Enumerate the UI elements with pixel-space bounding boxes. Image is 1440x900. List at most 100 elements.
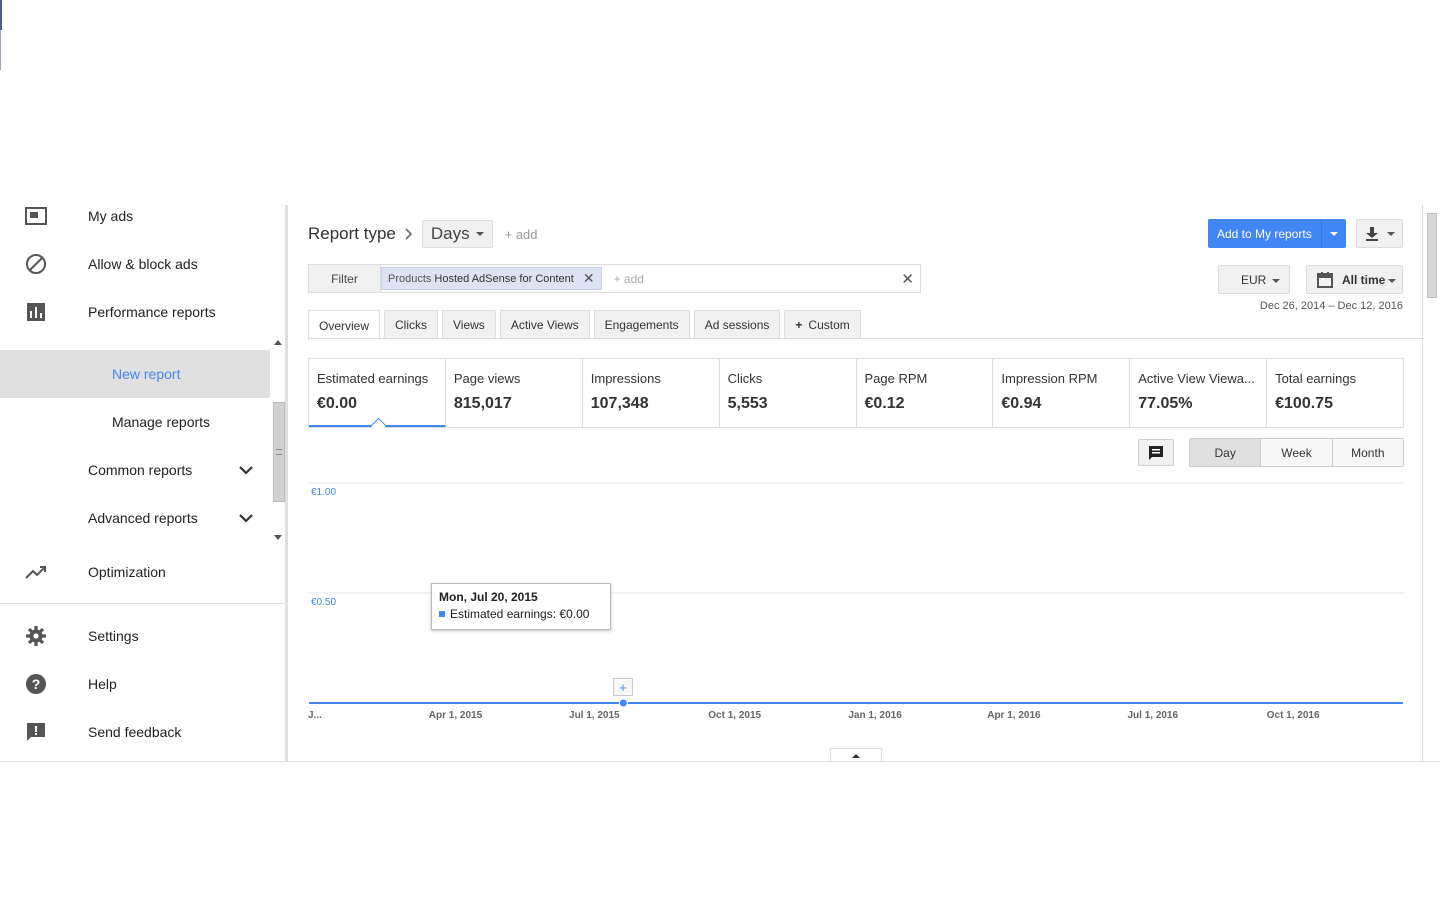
scorecard-label: Page RPM: [864, 371, 928, 386]
sidebar-item-help[interactable]: ? Help: [0, 660, 285, 708]
sidebar-item-performance-reports[interactable]: Performance reports: [0, 288, 285, 336]
x-tick-label: Oct 1, 2015: [708, 710, 761, 721]
scorecard-page-views[interactable]: Page views 815,017: [446, 359, 583, 427]
scorecard-page-rpm[interactable]: Page RPM €0.12: [857, 359, 994, 427]
granularity-week-button[interactable]: Week: [1261, 439, 1333, 466]
chevron-down-icon: [239, 466, 253, 475]
sidebar-item-allow-block-ads[interactable]: Allow & block ads: [0, 240, 285, 288]
scorecard-label: Active View Viewa...: [1138, 371, 1255, 386]
collapse-chart-button[interactable]: [830, 748, 882, 762]
granularity-month-button[interactable]: Month: [1332, 439, 1403, 466]
tabs-divider: [308, 338, 1424, 339]
scorecard-clicks[interactable]: Clicks 5,553: [720, 359, 857, 427]
filter-chip[interactable]: Products Hosted AdSense for Content ✕: [381, 267, 602, 290]
highlight-point: [618, 698, 628, 708]
x-tick-label: Jul 1, 2016: [1127, 710, 1178, 721]
currency-dropdown[interactable]: EUR: [1218, 265, 1290, 294]
download-icon: [1365, 226, 1378, 241]
x-tick-label: Apr 1, 2016: [987, 710, 1041, 721]
clear-filters-icon[interactable]: ✕: [901, 270, 914, 288]
tab-engagements[interactable]: Engagements: [593, 310, 690, 339]
page-scrollbar[interactable]: [1422, 205, 1440, 762]
dimension-dropdown[interactable]: Days: [421, 220, 493, 248]
sidebar-item-label: Advanced reports: [88, 510, 198, 526]
calendar-icon: [1317, 272, 1333, 288]
date-range-value: All time: [1342, 273, 1386, 287]
scorecard-value: 815,017: [453, 395, 512, 412]
add-annotation-button[interactable]: +: [613, 678, 633, 696]
scorecard-impression-rpm[interactable]: Impression RPM €0.94: [993, 359, 1131, 427]
sidebar-item-new-report[interactable]: New report: [0, 350, 270, 398]
tab-views[interactable]: Views: [442, 310, 496, 339]
scorecard-label: Clicks: [727, 371, 763, 386]
report-type-label: Report type: [308, 224, 396, 243]
scorecard-label: Impression RPM: [1001, 371, 1098, 386]
scorecard-value: €0.12: [864, 395, 905, 412]
sidebar-item-settings[interactable]: Settings: [0, 612, 285, 660]
report-type-row: Report type Days + add: [308, 220, 538, 248]
annotations-button[interactable]: [1138, 439, 1174, 466]
page-scrollbar-thumb[interactable]: [1427, 213, 1437, 298]
sidebar-item-optimization[interactable]: Optimization: [0, 548, 285, 596]
my-ads-icon: [24, 204, 48, 228]
sidebar-item-my-ads[interactable]: My ads: [0, 192, 285, 240]
granularity-toggle: Day Week Month: [1189, 438, 1404, 467]
remove-filter-icon[interactable]: ✕: [583, 270, 595, 287]
sidebar-item-label: Optimization: [88, 564, 166, 580]
filter-label[interactable]: Filter: [309, 265, 381, 292]
sidebar: My ads Allow & block ads Performance rep…: [0, 205, 288, 762]
tab-ad-sessions[interactable]: Ad sessions: [693, 310, 781, 339]
scorecard-value: 107,348: [590, 395, 649, 412]
tab-custom[interactable]: + Custom: [784, 310, 861, 339]
granularity-day-button[interactable]: Day: [1190, 439, 1262, 466]
series-swatch: [439, 611, 445, 617]
scroll-up-arrow-icon[interactable]: [274, 340, 282, 345]
add-to-my-reports-group: Add to My reports: [1208, 219, 1346, 248]
filter-chip-key: Products: [388, 272, 432, 285]
sidebar-item-send-feedback[interactable]: Send feedback: [0, 708, 285, 756]
x-tick-label: Apr 1, 2015: [429, 710, 483, 721]
scorecard-estimated-earnings[interactable]: Estimated earnings €0.00: [309, 359, 446, 427]
report-main: Report type Days + add Add to My reports…: [308, 205, 1424, 762]
scrollbar-thumb[interactable]: [273, 402, 285, 502]
adsense-app: My ads Allow & block ads Performance rep…: [0, 205, 1440, 762]
tab-active-views[interactable]: Active Views: [499, 310, 590, 339]
sidebar-item-manage-reports[interactable]: Manage reports: [0, 398, 285, 446]
tooltip-value: Estimated earnings: €0.00: [450, 607, 590, 621]
add-to-my-reports-button[interactable]: Add to My reports: [1208, 219, 1321, 248]
sidebar-item-label: Allow & block ads: [88, 256, 198, 272]
currency-value: EUR: [1241, 272, 1267, 287]
tab-clicks[interactable]: Clicks: [384, 310, 439, 339]
scorecard-total-earnings[interactable]: Total earnings €100.75: [1267, 359, 1403, 427]
comment-icon: [1149, 445, 1163, 460]
caret-down-icon: [475, 232, 484, 236]
chevron-right-icon: [405, 228, 412, 240]
scorecard-value: €0.00: [317, 395, 358, 412]
tooltip-date: Mon, Jul 20, 2015: [439, 590, 538, 604]
sidebar-item-label: Help: [88, 676, 117, 692]
app-bottom-edge: [0, 761, 1440, 762]
download-button[interactable]: [1356, 219, 1403, 248]
feedback-icon: [24, 720, 48, 744]
sidebar-item-label: Common reports: [88, 462, 193, 478]
filter-chip-value: Hosted AdSense for Content: [434, 272, 574, 285]
sidebar-item-label: Manage reports: [112, 414, 211, 430]
tab-custom-label: Custom: [808, 318, 850, 332]
scorecard-active-view-viewability[interactable]: Active View Viewa... 77.05%: [1130, 359, 1268, 427]
date-range-dropdown[interactable]: All time: [1306, 265, 1403, 294]
scroll-down-arrow-icon[interactable]: [274, 535, 282, 540]
plus-icon: +: [795, 318, 803, 332]
scorecard-value: €100.75: [1275, 395, 1333, 412]
chevron-down-icon: [239, 514, 253, 523]
sidebar-item-advanced-reports[interactable]: Advanced reports: [0, 494, 285, 542]
scorecard-impressions[interactable]: Impressions 107,348: [583, 359, 720, 427]
tab-overview[interactable]: Overview: [308, 310, 381, 340]
tooltip-row: Estimated earnings: €0.00: [439, 607, 603, 621]
scorecard-value: 77.05%: [1138, 395, 1193, 412]
add-to-my-reports-dropdown[interactable]: [1320, 219, 1346, 248]
sidebar-submenu-scrollbar[interactable]: [270, 335, 288, 547]
sidebar-item-common-reports[interactable]: Common reports: [0, 446, 285, 494]
add-dimension-link[interactable]: + add: [505, 227, 538, 242]
bar-chart-icon: [24, 300, 48, 324]
filter-add-input[interactable]: + add: [614, 272, 644, 286]
